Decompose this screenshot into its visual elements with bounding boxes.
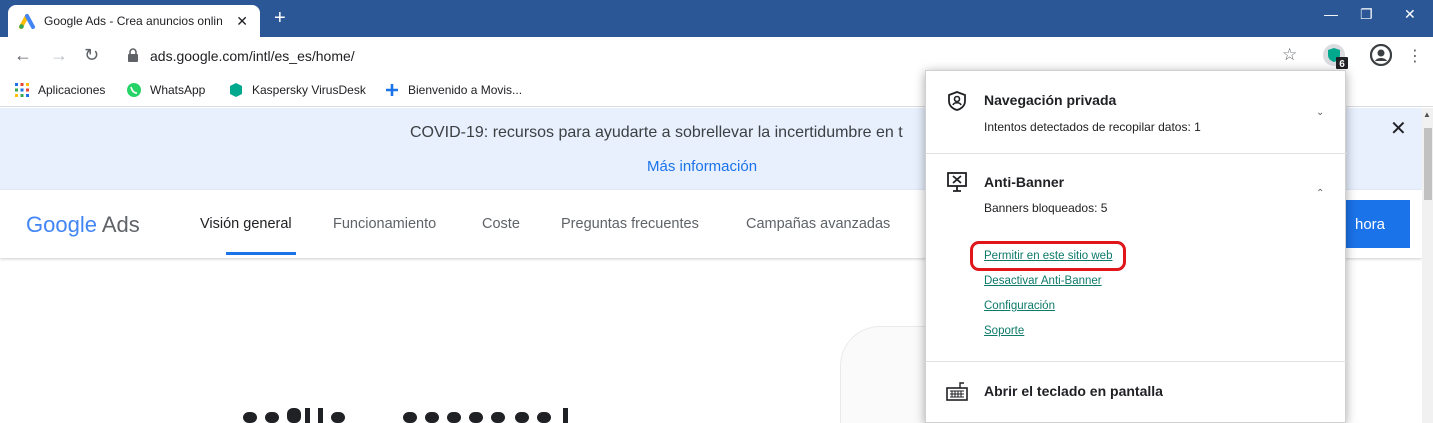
private-browsing-section[interactable]: Navegación privada Intentos detectados d… — [926, 71, 1347, 154]
minimize-icon[interactable]: — — [1324, 6, 1338, 22]
active-tab-underline — [226, 252, 296, 255]
menu-kebab-icon[interactable]: ⋮ — [1407, 46, 1423, 66]
apps-grid-icon — [15, 83, 29, 97]
anti-banner-icon — [947, 172, 967, 192]
private-browsing-subtitle: Intentos detectados de recopilar datos: … — [984, 120, 1201, 134]
scroll-up-icon[interactable]: ▲ — [1423, 110, 1431, 119]
private-browsing-title: Navegación privada — [984, 92, 1117, 108]
forward-icon[interactable]: → — [50, 45, 68, 65]
bookmark-kaspersky[interactable]: Kaspersky VirusDesk — [228, 82, 366, 98]
browser-window: Google Ads - Crea anuncios onlin ✕ + — ❐… — [0, 0, 1433, 423]
private-browsing-icon — [948, 91, 966, 111]
bookmark-whatsapp[interactable]: WhatsApp — [126, 82, 205, 98]
bookmark-label: Bienvenido a Movis... — [408, 83, 523, 97]
bookmark-label: WhatsApp — [150, 83, 206, 97]
nav-item-cost[interactable]: Coste — [482, 216, 520, 232]
google-ads-icon — [19, 14, 35, 29]
disable-anti-banner-link[interactable]: Desactivar Anti-Banner — [984, 275, 1102, 287]
banner-message: COVID-19: recursos para ayudarte a sobre… — [410, 124, 903, 141]
browser-tab[interactable]: Google Ads - Crea anuncios onlin ✕ — [8, 5, 260, 37]
chevron-up-icon[interactable]: ⌃ — [1316, 188, 1324, 199]
kaspersky-extension-icon[interactable]: 6 — [1322, 43, 1348, 69]
bookmark-label: Kaspersky VirusDesk — [252, 83, 366, 97]
on-screen-keyboard-section[interactable]: Abrir el teclado en pantalla — [926, 362, 1347, 423]
nav-item-how-it-works[interactable]: Funcionamiento — [333, 216, 436, 232]
bookmark-movistar[interactable]: Bienvenido a Movis... — [384, 82, 522, 98]
logo-ads: Ads — [101, 212, 140, 237]
tab-title: Google Ads - Crea anuncios onlin — [44, 14, 222, 28]
bookmark-star-icon[interactable]: ☆ — [1282, 45, 1297, 65]
scrollbar-thumb[interactable] — [1424, 128, 1432, 200]
nav-item-overview[interactable]: Visión general — [200, 216, 292, 232]
back-icon[interactable]: ← — [14, 45, 32, 65]
banner-close-icon[interactable]: ✕ — [1390, 116, 1407, 141]
highlight-annotation — [970, 241, 1126, 271]
kaspersky-icon — [230, 83, 242, 97]
logo-google: Google — [26, 212, 97, 237]
anti-banner-subtitle: Banners bloqueados: 5 — [984, 201, 1108, 215]
chevron-down-icon[interactable]: ⌄ — [1316, 107, 1324, 118]
reload-icon[interactable]: ↻ — [84, 45, 99, 65]
restore-icon[interactable]: ❐ — [1360, 6, 1373, 23]
anti-banner-title: Anti-Banner — [984, 174, 1065, 190]
profile-icon[interactable] — [1370, 44, 1392, 66]
extension-badge: 6 — [1339, 59, 1345, 69]
nav-item-advanced-campaigns[interactable]: Campañas avanzadas — [746, 216, 890, 232]
banner-more-link[interactable]: Más información — [647, 158, 757, 175]
title-bar: Google Ads - Crea anuncios onlin ✕ + — ❐… — [0, 0, 1433, 37]
bookmark-label: Aplicaciones — [38, 83, 106, 97]
lock-icon — [128, 48, 138, 62]
bookmark-apps[interactable]: Aplicaciones — [14, 82, 105, 98]
nav-item-faq[interactable]: Preguntas frecuentes — [561, 216, 699, 232]
kaspersky-popup: Navegación privada Intentos detectados d… — [925, 70, 1347, 423]
keyboard-icon — [946, 382, 968, 401]
google-ads-logo[interactable]: Google Ads — [26, 212, 140, 238]
whatsapp-icon — [127, 83, 141, 97]
address-bar[interactable]: ads.google.com/intl/es_es/home/ — [116, 42, 1316, 70]
plus-icon — [386, 84, 398, 96]
url-text: ads.google.com/intl/es_es/home/ — [150, 48, 355, 64]
settings-link[interactable]: Configuración — [984, 300, 1055, 312]
support-link[interactable]: Soporte — [984, 325, 1024, 337]
hero-headline-partial — [243, 408, 568, 423]
window-close-icon[interactable]: ✕ — [1404, 6, 1416, 23]
new-tab-icon[interactable]: + — [274, 7, 286, 29]
on-screen-keyboard-title: Abrir el teclado en pantalla — [984, 383, 1163, 399]
tab-close-icon[interactable]: ✕ — [236, 13, 248, 29]
